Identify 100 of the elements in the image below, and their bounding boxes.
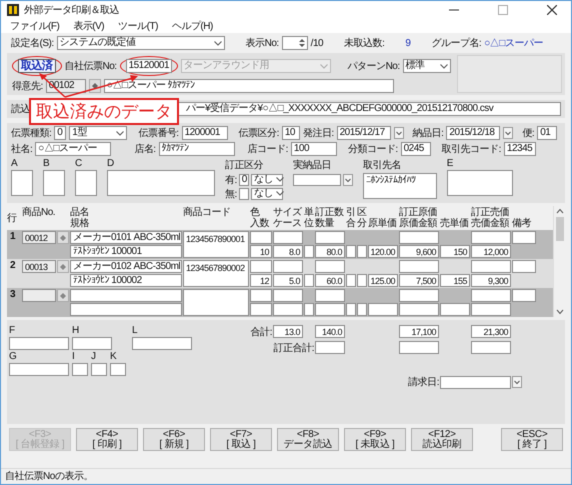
input-field[interactable] bbox=[11, 170, 33, 196]
exit-button[interactable]: <ESC> [ 終了 ] bbox=[501, 428, 563, 451]
input-field[interactable] bbox=[357, 274, 367, 287]
dropdown-icon[interactable] bbox=[512, 376, 522, 388]
dropdown-icon[interactable] bbox=[394, 127, 404, 139]
input-field[interactable] bbox=[250, 303, 272, 316]
date-field[interactable] bbox=[292, 174, 341, 186]
date-field[interactable]: 2015/12/17 bbox=[336, 126, 391, 140]
input-field[interactable] bbox=[70, 289, 182, 302]
input-field[interactable] bbox=[273, 289, 303, 302]
function-key-button[interactable]: <F4> [ 印刷 ] bbox=[76, 428, 138, 451]
input-field[interactable] bbox=[446, 170, 513, 196]
input-field[interactable]: ﾆﾎﾝｼｽﾃﾑｶｲﾊﾂ bbox=[362, 173, 437, 199]
input-field[interactable]: ○△□スーパー bbox=[35, 142, 112, 156]
input-field[interactable] bbox=[304, 245, 314, 258]
input-field[interactable] bbox=[315, 289, 345, 302]
input-field[interactable] bbox=[471, 289, 511, 302]
input-field[interactable]: 1200001 bbox=[182, 126, 228, 140]
input-field[interactable] bbox=[399, 289, 439, 302]
input-field[interactable]: 125.00 bbox=[368, 274, 398, 287]
input-field[interactable] bbox=[357, 303, 367, 316]
select-field[interactable]: 1型 bbox=[69, 126, 128, 140]
input-field[interactable] bbox=[471, 303, 511, 316]
input-field[interactable]: ﾀｶﾏﾂﾃﾝ bbox=[158, 142, 235, 156]
menu-item[interactable]: 表示(V) bbox=[66, 19, 112, 33]
input-field[interactable]: ﾃｽﾄｼｮｳﾋﾝ 100002 bbox=[70, 274, 182, 287]
input-field[interactable] bbox=[91, 363, 107, 376]
input-field[interactable] bbox=[9, 363, 69, 376]
dropdown-icon[interactable] bbox=[342, 174, 353, 186]
function-key-button[interactable]: <F6> [ 新規 ] bbox=[143, 428, 205, 451]
input-field[interactable] bbox=[357, 245, 367, 258]
input-field[interactable]: 60.0 bbox=[315, 274, 345, 287]
input-field[interactable] bbox=[471, 231, 511, 244]
input-field[interactable] bbox=[399, 260, 439, 273]
input-field[interactable] bbox=[512, 289, 536, 302]
input-field[interactable] bbox=[238, 188, 249, 200]
input-field[interactable]: 00013 bbox=[22, 260, 56, 273]
input-field[interactable]: 8.0 bbox=[273, 245, 303, 258]
input-field[interactable] bbox=[110, 363, 126, 376]
input-field[interactable]: 9,600 bbox=[399, 245, 439, 258]
scrollbar-thumb[interactable] bbox=[556, 217, 564, 241]
lookup-button[interactable] bbox=[57, 289, 69, 302]
close-icon[interactable] bbox=[547, 5, 557, 15]
input-field[interactable]: 15120001 bbox=[126, 59, 172, 73]
input-field[interactable]: 150 bbox=[440, 245, 470, 258]
select-field[interactable]: なし bbox=[250, 188, 283, 200]
input-field[interactable] bbox=[304, 303, 314, 316]
input-field[interactable]: 1234567890002 bbox=[183, 260, 249, 287]
input-field[interactable]: 00012 bbox=[22, 231, 56, 244]
input-field[interactable] bbox=[346, 274, 356, 287]
scroll-up-icon[interactable] bbox=[556, 208, 564, 214]
input-field[interactable] bbox=[250, 260, 272, 273]
input-field[interactable] bbox=[315, 231, 345, 244]
input-field[interactable]: 1234567890001 bbox=[183, 231, 249, 258]
input-field[interactable]: 100 bbox=[290, 142, 337, 156]
spinner-field[interactable] bbox=[282, 36, 308, 50]
maximize-icon[interactable] bbox=[498, 5, 508, 15]
menu-item[interactable]: ヘルプ(H) bbox=[164, 19, 220, 33]
input-field[interactable] bbox=[346, 303, 356, 316]
select-field[interactable]: システムの既定値 bbox=[56, 36, 225, 50]
select-field[interactable]: なし bbox=[250, 174, 283, 186]
input-field[interactable]: 7,500 bbox=[399, 274, 439, 287]
input-field[interactable]: 0 bbox=[238, 174, 249, 186]
input-field[interactable] bbox=[273, 231, 303, 244]
input-field[interactable] bbox=[273, 260, 303, 273]
input-field[interactable]: 9,300 bbox=[471, 274, 511, 287]
input-field[interactable] bbox=[9, 337, 69, 350]
input-field[interactable] bbox=[72, 337, 112, 350]
input-field[interactable] bbox=[315, 303, 345, 316]
function-key-button[interactable]: <F9> [ 未取込 ] bbox=[344, 428, 406, 451]
scroll-down-icon[interactable] bbox=[556, 309, 564, 315]
input-field[interactable] bbox=[107, 170, 215, 196]
function-key-button[interactable]: <F12> 読込印刷 bbox=[411, 428, 473, 451]
input-field[interactable] bbox=[440, 303, 470, 316]
menu-item[interactable]: ファイル(F) bbox=[3, 19, 66, 33]
input-field[interactable] bbox=[273, 303, 303, 316]
date-field[interactable]: 2015/12/18 bbox=[446, 126, 500, 140]
input-field[interactable]: 12,000 bbox=[471, 245, 511, 258]
input-field[interactable] bbox=[399, 303, 439, 316]
input-field[interactable]: メーカー0102 ABC-350ml bbox=[70, 260, 182, 273]
input-field[interactable]: 01 bbox=[537, 126, 558, 140]
input-field[interactable] bbox=[315, 260, 345, 273]
menu-item[interactable]: ツール(T) bbox=[111, 19, 165, 33]
input-field[interactable]: 155 bbox=[440, 274, 470, 287]
input-field[interactable]: 12 bbox=[250, 274, 272, 287]
input-field[interactable] bbox=[512, 231, 536, 244]
input-field[interactable]: ﾃｽﾄｼｮｳﾋﾝ 100001 bbox=[70, 245, 182, 258]
input-field[interactable]: 80.0 bbox=[315, 245, 345, 258]
input-field[interactable]: 0 bbox=[54, 126, 66, 140]
input-field[interactable] bbox=[72, 363, 88, 376]
input-field[interactable] bbox=[399, 231, 439, 244]
input-field[interactable] bbox=[43, 170, 65, 196]
input-field[interactable]: 10 bbox=[250, 245, 272, 258]
input-field[interactable]: 10 bbox=[282, 126, 300, 140]
input-field[interactable] bbox=[70, 303, 182, 316]
input-field[interactable] bbox=[132, 337, 192, 350]
function-key-button[interactable]: <F7> [ 取込 ] bbox=[210, 428, 272, 451]
input-field[interactable] bbox=[304, 274, 314, 287]
lookup-button[interactable] bbox=[57, 231, 69, 244]
scrollbar[interactable] bbox=[553, 206, 565, 317]
